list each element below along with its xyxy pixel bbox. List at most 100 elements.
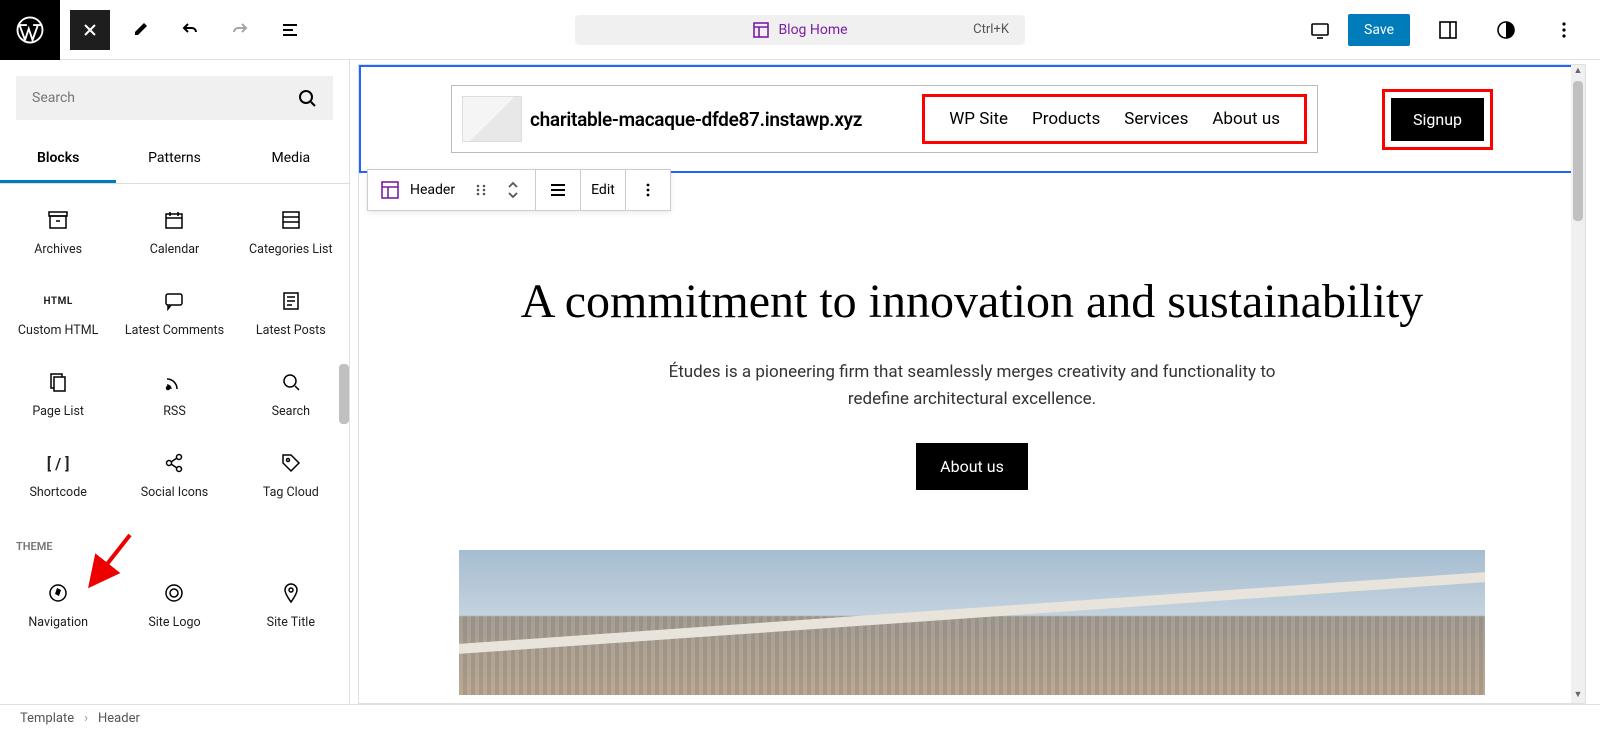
view-desktop-icon[interactable]: [1300, 10, 1340, 50]
wordpress-logo[interactable]: [0, 0, 60, 60]
html-icon: HTML: [44, 289, 73, 313]
document-title: Blog Home: [778, 22, 847, 38]
site-logo-placeholder[interactable]: [462, 96, 522, 142]
inserter-tabs: Blocks Patterns Media: [0, 136, 349, 184]
scroll-down-arrow[interactable]: ▼: [1571, 689, 1585, 703]
hero-section[interactable]: A commitment to innovation and sustainab…: [359, 173, 1585, 530]
block-item-shortcode[interactable]: [ / ] Shortcode: [0, 435, 116, 516]
block-type-button[interactable]: Header: [368, 170, 536, 210]
block-item-pagelist[interactable]: Page List: [0, 354, 116, 435]
block-item-html[interactable]: HTMLCustom HTML: [0, 273, 116, 354]
block-item-tag[interactable]: Tag Cloud: [233, 435, 349, 516]
move-updown-icon[interactable]: [501, 178, 525, 202]
hero-cta-button[interactable]: About us: [916, 443, 1028, 490]
search-icon: [280, 370, 302, 394]
canvas-scrollbar[interactable]: ▲ ▼: [1571, 65, 1585, 703]
drag-handle-icon[interactable]: [469, 178, 493, 202]
scroll-up-arrow[interactable]: ▲: [1571, 65, 1585, 79]
posts-icon: [280, 289, 302, 313]
breadcrumb-root[interactable]: Template: [20, 711, 74, 726]
tab-patterns[interactable]: Patterns: [116, 136, 232, 183]
compass-icon: [47, 581, 69, 605]
block-item-label: Navigation: [28, 615, 88, 630]
block-item-label: Latest Comments: [125, 323, 224, 338]
block-more-options[interactable]: [626, 170, 670, 210]
nav-link[interactable]: Services: [1124, 109, 1188, 129]
document-title-bar[interactable]: Blog Home Ctrl+K: [575, 15, 1025, 45]
share-icon: [163, 451, 185, 475]
nav-link[interactable]: WP Site: [949, 109, 1008, 129]
block-search[interactable]: [16, 76, 333, 120]
breadcrumb-current[interactable]: Header: [98, 711, 140, 726]
block-item-share[interactable]: Social Icons: [116, 435, 232, 516]
scrollbar-thumb[interactable]: [339, 364, 349, 424]
archives-icon: [47, 208, 69, 232]
block-item-pin[interactable]: Site Title: [233, 565, 349, 646]
block-item-comments[interactable]: Latest Comments: [116, 273, 232, 354]
block-item-label: Site Title: [267, 615, 315, 630]
scrollbar-thumb[interactable]: [1573, 81, 1583, 221]
hero-image[interactable]: [459, 550, 1485, 695]
pin-icon: [280, 581, 302, 605]
search-input[interactable]: [32, 90, 297, 106]
sitelogo-icon: [163, 581, 185, 605]
more-vertical-icon: [636, 178, 660, 202]
signup-button[interactable]: Signup: [1391, 98, 1484, 141]
block-item-label: Site Logo: [148, 615, 200, 630]
header-group-selected[interactable]: charitable-macaque-dfde87.instawp.xyz WP…: [451, 85, 1318, 153]
block-item-compass[interactable]: Navigation: [0, 565, 116, 646]
keyboard-shortcut: Ctrl+K: [973, 22, 1009, 37]
block-item-label: Archives: [34, 242, 82, 257]
hero-paragraph[interactable]: Études is a pioneering firm that seamles…: [662, 359, 1282, 413]
edit-template-button[interactable]: Edit: [581, 170, 626, 210]
block-item-label: Latest Posts: [256, 323, 326, 338]
block-item-archives[interactable]: Archives: [0, 192, 116, 273]
block-inserter-sidebar: Blocks Patterns Media Archives CalendarCa…: [0, 60, 350, 704]
calendar-icon: [163, 208, 185, 232]
tab-blocks[interactable]: Blocks: [0, 136, 116, 183]
block-item-sitelogo[interactable]: Site Logo: [116, 565, 232, 646]
styles-toggle[interactable]: [1486, 10, 1526, 50]
block-item-label: RSS: [163, 404, 186, 419]
rss-icon: [163, 370, 185, 394]
search-icon: [297, 88, 317, 108]
blocks-list: Archives CalendarCategories List HTMLCusto…: [0, 184, 349, 704]
block-item-rss[interactable]: RSS: [116, 354, 232, 435]
header-template-part[interactable]: charitable-macaque-dfde87.instawp.xyz WP…: [359, 65, 1585, 173]
shortcode-icon: [ / ]: [47, 451, 70, 475]
more-options-button[interactable]: [1544, 10, 1584, 50]
block-item-label: Page List: [32, 404, 84, 419]
block-toolbar: Header Edit: [367, 169, 671, 211]
chevron-right-icon: ›: [84, 711, 88, 726]
breadcrumb: Template › Header: [0, 704, 1600, 732]
redo-button[interactable]: [220, 10, 260, 50]
block-item-label: Shortcode: [29, 485, 86, 500]
comments-icon: [163, 289, 185, 313]
document-overview-button[interactable]: [270, 10, 310, 50]
settings-panel-toggle[interactable]: [1428, 10, 1468, 50]
tag-icon: [280, 451, 302, 475]
site-title[interactable]: charitable-macaque-dfde87.instawp.xyz: [530, 108, 862, 131]
block-item-search[interactable]: Search: [233, 354, 349, 435]
categories-icon: [280, 208, 302, 232]
block-item-label: Tag Cloud: [263, 485, 319, 500]
close-button[interactable]: [70, 10, 110, 50]
nav-link[interactable]: About us: [1212, 109, 1280, 129]
nav-link[interactable]: Products: [1032, 109, 1100, 129]
block-item-label: Search: [272, 404, 310, 419]
template-icon: [752, 21, 770, 39]
tab-media[interactable]: Media: [233, 136, 349, 183]
template-part-icon: [378, 178, 402, 202]
block-item-posts[interactable]: Latest Posts: [233, 273, 349, 354]
hero-heading[interactable]: A commitment to innovation and sustainab…: [499, 273, 1445, 331]
edit-icon[interactable]: [120, 10, 160, 50]
undo-button[interactable]: [170, 10, 210, 50]
navigation-menu[interactable]: WP Site Products Services About us: [922, 94, 1307, 144]
align-button[interactable]: [536, 170, 581, 210]
pagelist-icon: [47, 370, 69, 394]
block-item-calendar[interactable]: Calendar: [116, 192, 232, 273]
editor-canvas: charitable-macaque-dfde87.instawp.xyz WP…: [358, 64, 1586, 704]
align-full-icon: [546, 178, 570, 202]
save-button[interactable]: Save: [1348, 14, 1410, 46]
block-item-categories[interactable]: Categories List: [233, 192, 349, 273]
